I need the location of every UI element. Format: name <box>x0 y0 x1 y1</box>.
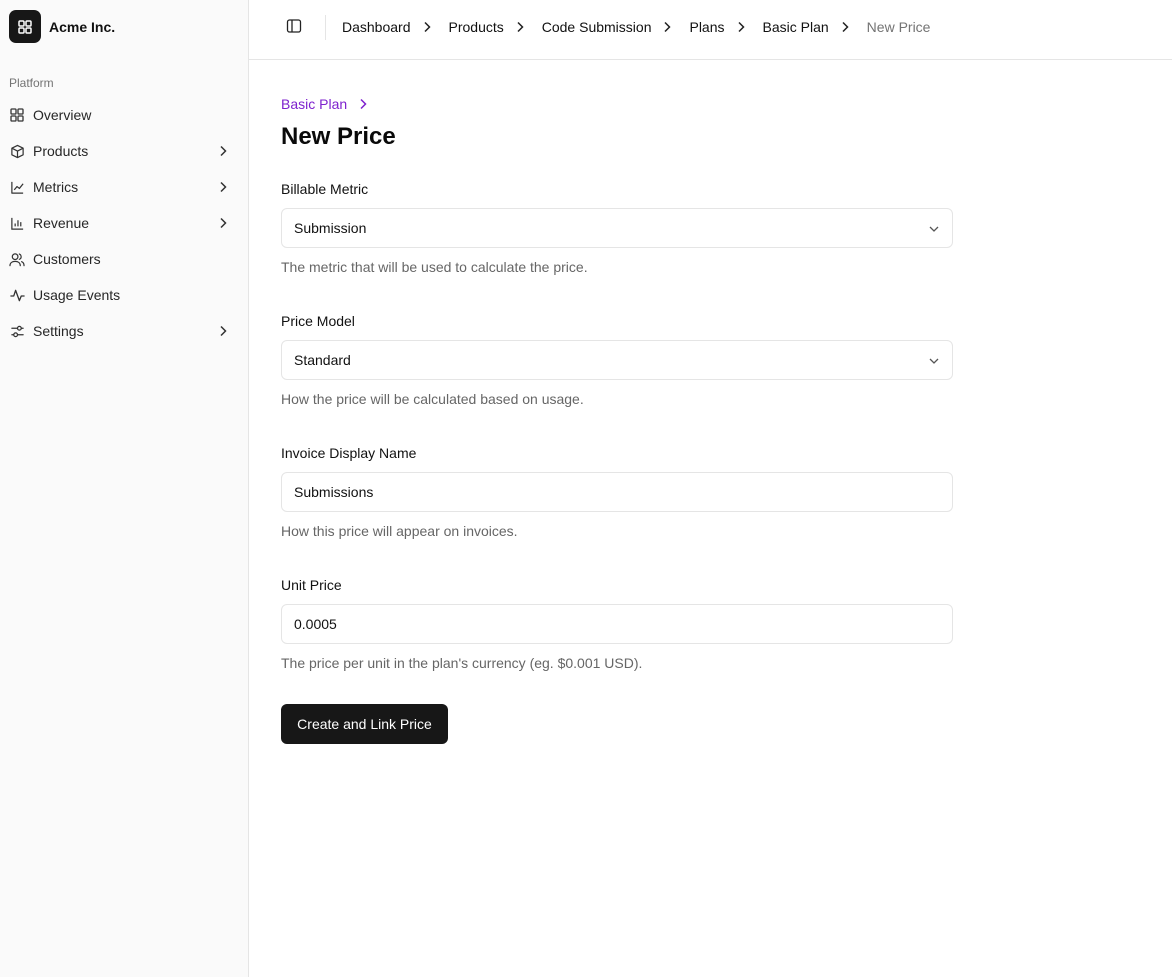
chevron-right-icon <box>737 21 747 33</box>
unit-price-input[interactable] <box>281 604 953 644</box>
grid-icon <box>9 107 25 123</box>
brand[interactable]: Acme Inc. <box>9 10 115 43</box>
chevron-right-icon <box>217 325 229 337</box>
sidebar: Acme Inc. Platform Overview Products Met… <box>0 0 249 977</box>
sidebar-group-label: Platform <box>9 76 54 90</box>
chevron-right-icon <box>217 145 229 157</box>
chevron-right-icon <box>516 21 526 33</box>
sidebar-item-metrics[interactable]: Metrics <box>0 169 249 205</box>
billable-metric-label: Billable Metric <box>281 181 369 197</box>
app-name: Acme Inc. <box>49 18 116 35</box>
back-link-basic-plan[interactable]: Basic Plan <box>281 96 367 112</box>
billable-metric-value: Submission <box>294 220 367 236</box>
sidebar-item-settings[interactable]: Settings <box>0 313 249 349</box>
price-model-label: Price Model <box>281 313 355 329</box>
invoice-display-name-help: How this price will appear on invoices. <box>281 523 518 539</box>
sidebar-item-label: Customers <box>33 251 101 267</box>
price-model-help: How the price will be calculated based o… <box>281 391 584 407</box>
bar-chart-icon <box>9 215 25 231</box>
billable-metric-help: The metric that will be used to calculat… <box>281 259 588 275</box>
chevron-right-icon <box>663 21 673 33</box>
users-icon <box>9 251 25 267</box>
app-logo-icon <box>9 10 41 43</box>
create-and-link-price-button[interactable]: Create and Link Price <box>281 704 448 744</box>
sidebar-item-overview[interactable]: Overview <box>0 97 249 133</box>
line-chart-icon <box>9 179 25 195</box>
billable-metric-select[interactable]: Submission <box>281 208 953 248</box>
sidebar-item-label: Usage Events <box>33 287 121 303</box>
box-icon <box>9 143 25 159</box>
panel-left-icon <box>286 18 302 39</box>
sidebar-item-label: Revenue <box>33 215 90 231</box>
sidebar-item-usage-events[interactable]: Usage Events <box>0 277 249 313</box>
top-header: Dashboard Products Code Submission Plans… <box>249 0 1172 60</box>
breadcrumb-dashboard[interactable]: Dashboard <box>342 19 411 35</box>
invoice-display-name-input[interactable] <box>281 472 953 512</box>
unit-price-label: Unit Price <box>281 577 342 593</box>
sidebar-item-label: Products <box>33 143 89 159</box>
unit-price-help: The price per unit in the plan's currenc… <box>281 655 643 671</box>
breadcrumb-code-submission[interactable]: Code Submission <box>542 19 652 35</box>
breadcrumb-basic-plan[interactable]: Basic Plan <box>763 19 829 35</box>
breadcrumb-plans[interactable]: Plans <box>689 19 724 35</box>
chevron-right-icon <box>423 21 433 33</box>
sidebar-item-products[interactable]: Products <box>0 133 249 169</box>
chevron-right-icon <box>217 217 229 229</box>
sidebar-item-label: Settings <box>33 323 84 339</box>
price-model-select[interactable]: Standard <box>281 340 953 380</box>
sidebar-toggle-button[interactable] <box>285 18 303 39</box>
activity-icon <box>9 287 25 303</box>
sidebar-item-label: Metrics <box>33 179 79 195</box>
price-model-value: Standard <box>294 352 351 368</box>
breadcrumb-products[interactable]: Products <box>449 19 504 35</box>
chevron-right-icon <box>217 181 229 193</box>
breadcrumb-current-page: New Price <box>866 19 931 35</box>
chevron-down-icon <box>928 220 940 236</box>
breadcrumb: Dashboard Products Code Submission Plans… <box>342 19 930 35</box>
chevron-right-icon <box>359 98 367 110</box>
sidebar-item-label: Overview <box>33 107 92 123</box>
sidebar-nav: Overview Products Metrics Revenue Custom… <box>0 97 249 349</box>
sliders-icon <box>9 323 25 339</box>
back-link-label: Basic Plan <box>281 96 348 112</box>
header-divider <box>325 15 326 40</box>
chevron-right-icon <box>841 21 851 33</box>
chevron-down-icon <box>928 352 940 368</box>
page-title: New Price <box>281 123 396 150</box>
invoice-display-name-label: Invoice Display Name <box>281 445 417 461</box>
sidebar-item-revenue[interactable]: Revenue <box>0 205 249 241</box>
sidebar-item-customers[interactable]: Customers <box>0 241 249 277</box>
